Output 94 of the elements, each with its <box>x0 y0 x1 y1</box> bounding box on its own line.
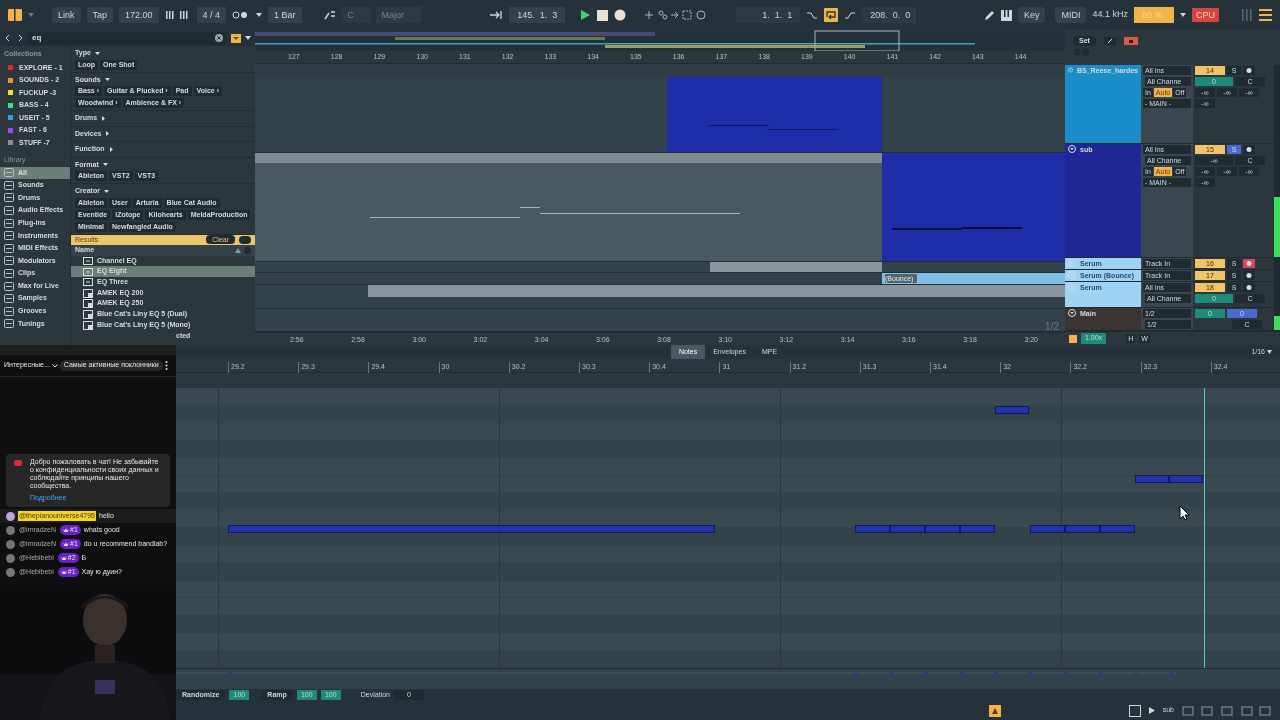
category-icon <box>4 319 14 329</box>
category-icon <box>4 306 14 316</box>
caret-down-icon[interactable] <box>102 162 108 168</box>
arm-icon[interactable] <box>1243 271 1255 281</box>
punch-out-icon[interactable] <box>844 10 857 20</box>
crown-icon <box>60 569 67 575</box>
chat-icon <box>14 459 22 466</box>
tools-icon[interactable] <box>644 9 707 21</box>
stop-icon[interactable] <box>597 9 609 21</box>
category-icon <box>4 180 14 190</box>
lock-icon[interactable] <box>1123 37 1138 45</box>
caret-icon <box>245 36 251 40</box>
crown-icon <box>63 527 70 533</box>
loop-icon[interactable] <box>824 8 839 22</box>
arm-icon[interactable] <box>1243 259 1255 269</box>
loop-length-field[interactable]: 208. 0. 0 <box>862 7 917 23</box>
caret-icon <box>256 13 263 17</box>
options-icon[interactable] <box>239 235 251 244</box>
plugin-icon <box>83 309 93 319</box>
caret-right-icon[interactable] <box>108 146 114 152</box>
meter-icon <box>1241 9 1253 21</box>
quantize-dropdown[interactable]: 1 Bar <box>268 7 302 23</box>
plugin-icon <box>83 288 93 298</box>
caret-down-icon[interactable] <box>94 50 100 56</box>
expand-icon[interactable] <box>1103 37 1116 45</box>
sort-icon[interactable] <box>235 246 251 254</box>
record-icon[interactable] <box>614 9 627 21</box>
filter-icon[interactable] <box>231 33 241 43</box>
play-icon[interactable] <box>1148 707 1155 715</box>
position-field[interactable]: 145. 1. 3 <box>509 7 566 23</box>
caret-right-icon[interactable] <box>101 115 107 121</box>
loop-bracket-icon[interactable] <box>1069 334 1077 343</box>
category-icon <box>4 294 14 304</box>
category-icon <box>4 281 14 291</box>
punch-in-icon[interactable] <box>806 10 819 20</box>
midi-button[interactable]: MIDI <box>1055 7 1087 23</box>
nudge-icon[interactable] <box>164 10 191 20</box>
category-icon <box>4 193 14 203</box>
tap-button[interactable]: Tap <box>86 7 114 23</box>
tempo-field[interactable]: 172.00 <box>119 7 159 23</box>
caret-down-icon[interactable] <box>103 188 109 194</box>
follow-icon[interactable] <box>489 10 504 20</box>
crown-icon <box>60 555 67 561</box>
category-icon <box>4 218 14 228</box>
menu-icon[interactable] <box>1259 9 1272 21</box>
pencil-icon[interactable] <box>983 9 995 21</box>
clear-icon[interactable] <box>215 34 223 42</box>
midi-clip[interactable] <box>882 152 1065 261</box>
device-icon <box>83 267 93 276</box>
zoom-label: 1/2 <box>1045 319 1059 334</box>
back-icon[interactable] <box>4 34 12 42</box>
category-icon <box>4 269 14 279</box>
caret-right-icon[interactable] <box>105 131 111 137</box>
midi-clip[interactable] <box>667 77 882 152</box>
arm-icon[interactable] <box>1243 66 1255 76</box>
piano-keys-icon[interactable] <box>1000 9 1012 21</box>
clip-view-icon[interactable] <box>1128 704 1141 717</box>
category-icon <box>4 243 14 253</box>
caret-icon <box>1180 13 1186 17</box>
search-field[interactable]: eq <box>28 31 227 45</box>
link-button[interactable]: Link <box>52 7 81 23</box>
warning-icon <box>988 704 1001 717</box>
scale-icon[interactable] <box>323 10 336 20</box>
midi-clip[interactable] <box>255 152 882 261</box>
loop-start-field[interactable]: 1. 1. 1 <box>736 7 801 23</box>
forward-icon[interactable] <box>16 34 24 42</box>
caret-down-icon[interactable] <box>104 77 110 83</box>
audio-clip[interactable] <box>882 273 1065 284</box>
device-icon <box>83 278 93 287</box>
key-button[interactable]: Key <box>1017 7 1046 23</box>
sample-rate-label: 44.1 kHz <box>1092 8 1128 22</box>
fold-icon[interactable] <box>1068 308 1076 317</box>
midi-clip[interactable] <box>710 261 882 273</box>
status-icons[interactable] <box>1182 705 1272 716</box>
crown-icon <box>63 541 70 547</box>
plugin-icon <box>83 299 93 309</box>
panel-icon[interactable] <box>8 9 22 21</box>
category-icon <box>4 168 14 178</box>
plugin-icon <box>83 320 93 330</box>
arm-icon[interactable] <box>1243 145 1255 155</box>
caret-icon <box>1267 350 1272 354</box>
category-icon <box>4 206 14 216</box>
mouse-cursor-icon <box>1179 505 1191 522</box>
arm-icon[interactable] <box>1243 283 1255 293</box>
caret-icon <box>28 13 34 17</box>
fold-icon[interactable] <box>1068 145 1076 154</box>
more-icon[interactable] <box>164 361 168 370</box>
category-icon <box>4 231 14 241</box>
signature-field[interactable]: 4 / 4 <box>196 7 227 23</box>
chevron-down-icon[interactable] <box>51 363 58 368</box>
cpu-indicator: CPU <box>1192 8 1219 22</box>
play-icon[interactable] <box>579 9 592 21</box>
category-icon <box>4 256 14 266</box>
device-icon <box>83 256 93 265</box>
